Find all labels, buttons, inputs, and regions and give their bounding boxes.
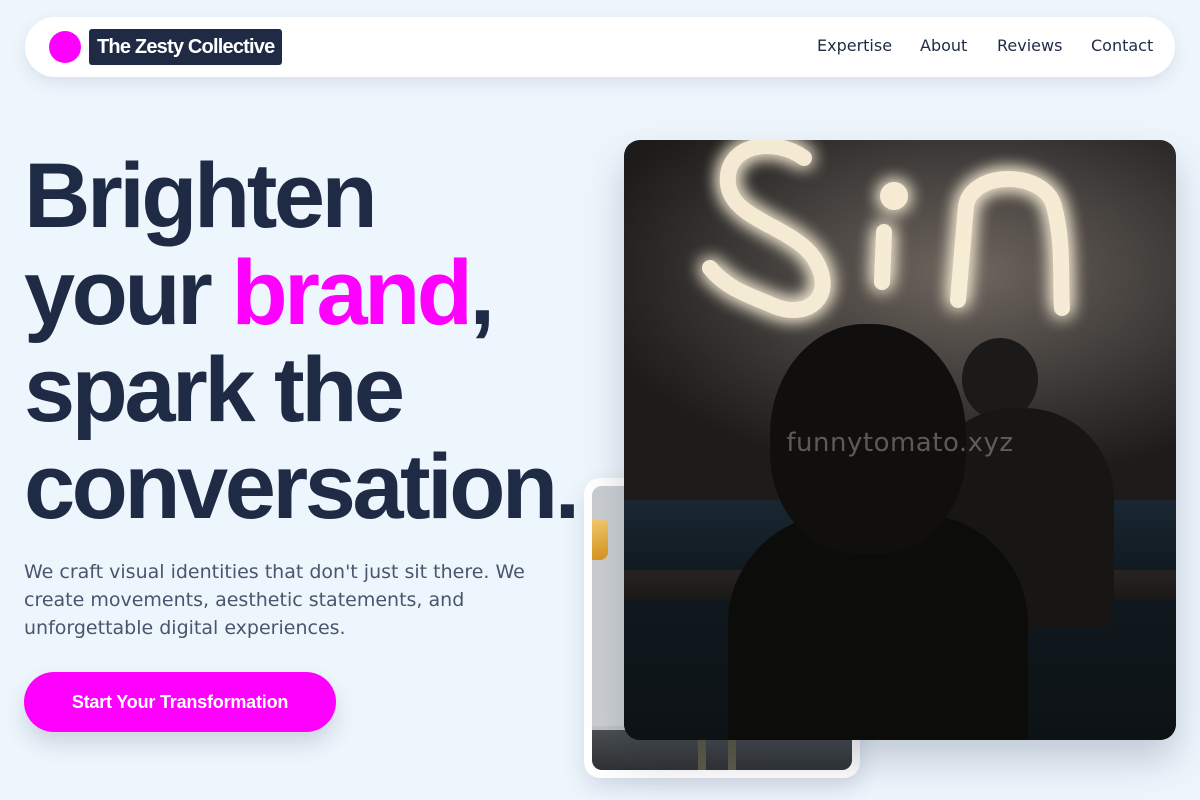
headline-line-3: spark the: [24, 339, 405, 441]
brand-name[interactable]: The Zesty Collective: [89, 29, 283, 65]
photo-watermark: funnytomato.xyz: [786, 428, 1014, 458]
nav-link-contact[interactable]: Contact: [1091, 36, 1153, 55]
start-transformation-button[interactable]: Start Your Transformation: [24, 672, 336, 732]
nav-link-reviews[interactable]: Reviews: [997, 36, 1062, 55]
main-photo: funnytomato.xyz: [624, 140, 1176, 740]
nav-link-expertise[interactable]: Expertise: [817, 36, 892, 55]
headline-line-2-end: ,: [469, 242, 496, 344]
headline-accent-word: brand: [231, 242, 473, 344]
top-nav: The Zesty Collective Expertise About Rev…: [25, 17, 1175, 77]
brand-logo-dot[interactable]: [49, 31, 81, 63]
hero-headline: Brighten your brand, spark the conversat…: [24, 148, 704, 536]
headline-line-1: Brighten: [24, 145, 378, 247]
headline-line-4: conversation.: [24, 436, 580, 538]
nav-link-about[interactable]: About: [920, 36, 967, 55]
headline-line-2-start: your: [24, 242, 232, 344]
hero-subtext: We craft visual identities that don't ju…: [24, 561, 525, 639]
